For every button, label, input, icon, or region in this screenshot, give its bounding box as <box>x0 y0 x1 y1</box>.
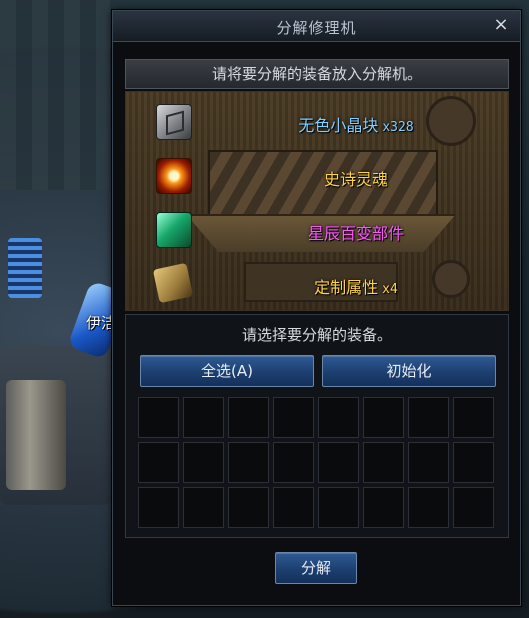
custom-attribute-book-icon <box>152 262 194 304</box>
instruction-bar: 请将要分解的装备放入分解机。 <box>125 59 509 89</box>
result-name: 定制属性 <box>314 278 379 297</box>
equipment-slot[interactable] <box>363 487 404 528</box>
background-coil <box>8 238 42 298</box>
equipment-slot[interactable] <box>318 442 359 483</box>
equipment-slot[interactable] <box>228 442 269 483</box>
equipment-slot[interactable] <box>273 442 314 483</box>
equipment-slot[interactable] <box>138 487 179 528</box>
result-label: 星辰百变部件 <box>246 220 466 244</box>
reset-button[interactable]: 初始化 <box>322 355 496 387</box>
result-count: x328 <box>382 120 414 135</box>
equipment-slot[interactable] <box>453 397 494 438</box>
equipment-slot[interactable] <box>408 487 449 528</box>
window-title: 分解修理机 <box>276 19 357 37</box>
disassembly-window: 分解修理机 × 请将要分解的装备放入分解机。 无色小晶块 x328 史诗灵魂 星辰… <box>112 10 521 606</box>
equipment-slot[interactable] <box>318 487 359 528</box>
decompose-button[interactable]: 分解 <box>275 552 357 584</box>
close-icon[interactable]: × <box>492 15 510 35</box>
background-tank <box>6 380 66 490</box>
equipment-slot[interactable] <box>273 397 314 438</box>
equipment-slot[interactable] <box>408 397 449 438</box>
result-name: 星辰百变部件 <box>307 224 404 243</box>
equipment-slot[interactable] <box>453 487 494 528</box>
result-label: 定制属性 x4 <box>246 274 466 298</box>
equipment-slot[interactable] <box>453 442 494 483</box>
title-bar[interactable]: 分解修理机 × <box>113 11 520 42</box>
select-title: 请选择要分解的装备。 <box>241 326 392 344</box>
select-all-button[interactable]: 全选(A) <box>140 355 314 387</box>
equipment-slot[interactable] <box>273 487 314 528</box>
background-wall <box>0 0 110 190</box>
star-part-icon <box>156 212 192 248</box>
equipment-slot[interactable] <box>408 442 449 483</box>
equipment-slot[interactable] <box>138 442 179 483</box>
result-count: x4 <box>382 282 398 297</box>
equipment-slot[interactable] <box>183 487 224 528</box>
result-row: 星辰百变部件 <box>126 210 508 250</box>
equipment-slot[interactable] <box>363 397 404 438</box>
equipment-slot[interactable] <box>318 397 359 438</box>
equipment-slot[interactable] <box>138 397 179 438</box>
result-label: 史诗灵魂 <box>246 166 466 190</box>
epic-soul-icon <box>156 158 192 194</box>
result-name: 无色小晶块 <box>298 116 379 135</box>
crystal-cube-icon <box>156 104 192 140</box>
result-name: 史诗灵魂 <box>323 170 388 189</box>
equipment-slot[interactable] <box>183 397 224 438</box>
result-label: 无色小晶块 x328 <box>246 112 466 136</box>
instruction-text: 请将要分解的装备放入分解机。 <box>211 65 422 83</box>
disassembly-machine-panel: 无色小晶块 x328 史诗灵魂 星辰百变部件 定制属性 x4 <box>125 91 509 311</box>
equipment-slot[interactable] <box>228 397 269 438</box>
equipment-grid <box>138 397 496 529</box>
equipment-slot[interactable] <box>363 442 404 483</box>
equipment-slot[interactable] <box>183 442 224 483</box>
result-row: 定制属性 x4 <box>126 262 508 304</box>
equipment-slot[interactable] <box>228 487 269 528</box>
equipment-select-panel: 请选择要分解的装备。 全选(A) 初始化 <box>125 314 509 538</box>
result-row: 史诗灵魂 <box>126 156 508 196</box>
result-row: 无色小晶块 x328 <box>126 102 508 142</box>
